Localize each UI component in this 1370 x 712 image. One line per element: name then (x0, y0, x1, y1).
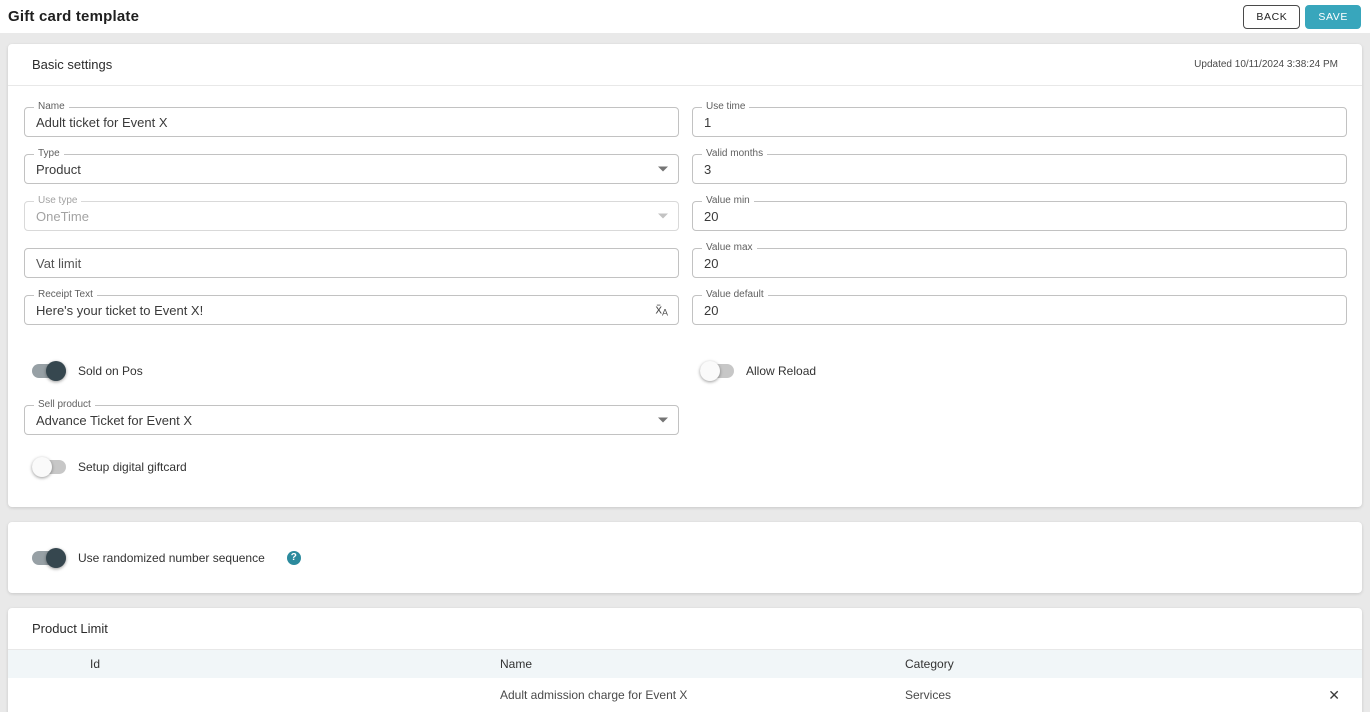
sold-on-pos-label: Sold on Pos (78, 364, 143, 378)
use-type-select: Use type OneTime (24, 195, 679, 231)
topbar-actions: BACK SAVE (1243, 4, 1361, 29)
topbar: Gift card template BACK SAVE (0, 0, 1370, 33)
table-row: Adult admission charge for Event X Servi… (8, 678, 1362, 712)
randomized-sequence-card: Use randomized number sequence ? (8, 522, 1362, 593)
chevron-down-icon (658, 417, 668, 423)
name-field-label: Name (34, 101, 69, 113)
use-type-select-value: OneTime (36, 208, 89, 224)
use-time-field-label: Use time (702, 101, 750, 113)
receipt-text-input[interactable] (25, 296, 678, 324)
allow-reload-label: Allow Reload (746, 364, 817, 378)
use-type-select-label: Use type (34, 195, 82, 207)
value-min-input[interactable] (693, 202, 1346, 230)
column-header-category: Category (905, 657, 954, 671)
sell-product-select-value: Advance Ticket for Event X (36, 412, 193, 428)
chevron-down-icon (658, 213, 668, 219)
allow-reload-cell: Allow Reload (692, 361, 1347, 381)
basic-settings-title: Basic settings (32, 57, 113, 72)
value-default-field-label: Value default (702, 289, 768, 301)
setup-digital-giftcard-toggle[interactable] (32, 457, 66, 477)
back-button[interactable]: BACK (1243, 4, 1301, 29)
valid-months-field-label: Valid months (702, 148, 768, 160)
help-icon[interactable]: ? (286, 550, 301, 565)
toggles-row: Sold on Pos Allow Reload (24, 361, 1347, 381)
sell-product-select[interactable]: Sell product Advance Ticket for Event X (24, 399, 679, 435)
product-limit-table-header: Id Name Category (8, 650, 1362, 678)
sold-on-pos-cell: Sold on Pos (24, 361, 679, 381)
setup-digital-giftcard-cell: Setup digital giftcard (24, 457, 1347, 477)
valid-months-field: Valid months (692, 148, 1347, 184)
setup-digital-giftcard-label: Setup digital giftcard (78, 460, 187, 474)
use-time-input[interactable] (693, 108, 1346, 136)
allow-reload-toggle[interactable] (700, 361, 734, 381)
chevron-down-icon (658, 166, 668, 172)
vat-limit-field (24, 248, 679, 278)
value-max-field: Value max (692, 242, 1347, 278)
value-default-field: Value default (692, 289, 1347, 325)
value-max-input[interactable] (693, 249, 1346, 277)
cell-category: Services (905, 688, 952, 702)
use-randomized-number-sequence-toggle[interactable] (32, 547, 66, 568)
type-select-label: Type (34, 148, 64, 160)
basic-settings-body: Name Use time Type Product Valid months … (8, 101, 1362, 477)
value-max-field-label: Value max (702, 242, 757, 254)
name-field: Name (24, 101, 679, 137)
cell-name: Adult admission charge for Event X (500, 688, 688, 702)
sold-on-pos-toggle[interactable] (32, 361, 66, 381)
receipt-text-field-label: Receipt Text (34, 289, 97, 301)
product-limit-card: Product Limit Id Name Category Adult adm… (8, 608, 1362, 712)
vat-limit-input[interactable] (25, 249, 678, 277)
receipt-text-field: Receipt Text x̄A (24, 289, 679, 325)
value-min-field-label: Value min (702, 195, 754, 207)
column-header-name: Name (500, 657, 533, 671)
basic-settings-card: Basic settings Updated 10/11/2024 3:38:2… (8, 44, 1362, 507)
valid-months-input[interactable] (693, 155, 1346, 183)
column-header-id: Id (90, 657, 101, 671)
save-button[interactable]: SAVE (1305, 4, 1361, 29)
value-default-input[interactable] (693, 296, 1346, 324)
basic-settings-header: Basic settings Updated 10/11/2024 3:38:2… (8, 44, 1362, 86)
name-input[interactable] (25, 108, 678, 136)
delete-row-icon[interactable]: ✕ (1328, 688, 1346, 702)
use-randomized-number-sequence-label: Use randomized number sequence (78, 550, 265, 565)
product-limit-title: Product Limit (32, 621, 108, 636)
page-title: Gift card template (8, 8, 140, 25)
randomized-sequence-cell: Use randomized number sequence ? (24, 547, 301, 568)
type-select[interactable]: Type Product (24, 148, 679, 184)
sell-product-row: Sell product Advance Ticket for Event X (24, 399, 1347, 435)
use-time-field: Use time (692, 101, 1347, 137)
sell-product-select-label: Sell product (34, 399, 95, 411)
fields-grid: Name Use time Type Product Valid months … (24, 101, 1347, 325)
value-min-field: Value min (692, 195, 1347, 231)
translate-icon[interactable]: x̄A (655, 303, 668, 318)
product-limit-header: Product Limit (8, 608, 1362, 650)
type-select-value: Product (36, 161, 81, 177)
updated-timestamp: Updated 10/11/2024 3:38:24 PM (1194, 59, 1338, 70)
